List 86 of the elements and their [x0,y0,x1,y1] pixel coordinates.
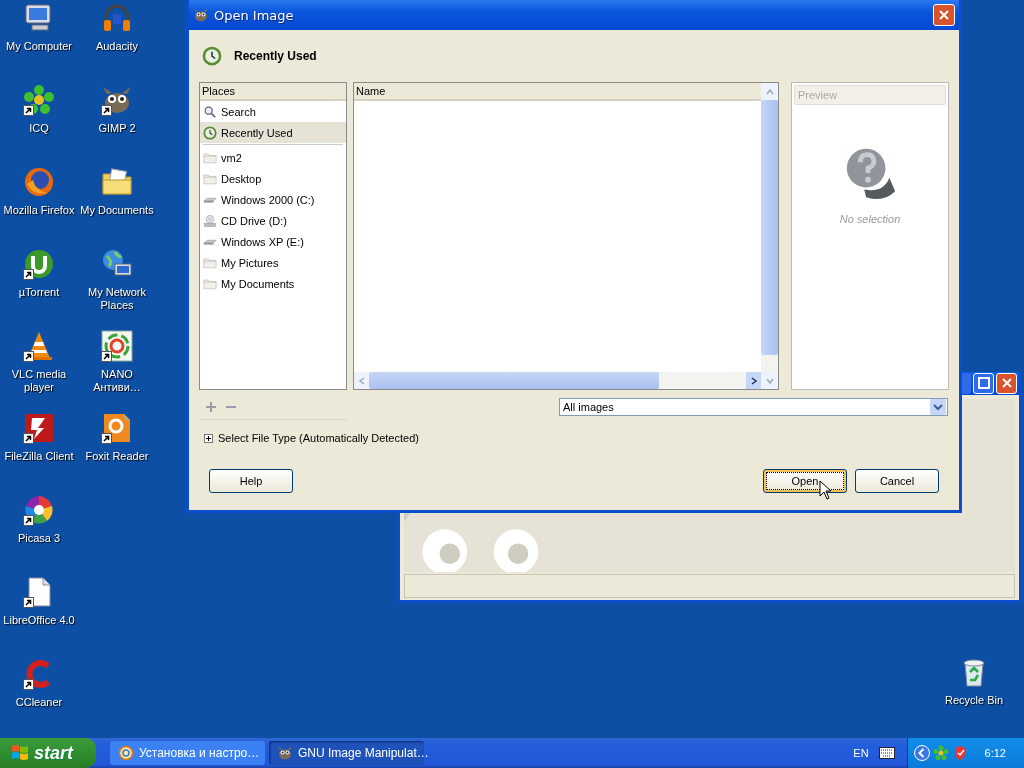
column-header[interactable]: Places [200,83,346,101]
shortcut-arrow-icon [101,351,112,362]
scroll-right-button[interactable] [746,372,761,389]
pdf-page-icon[interactable] [101,412,133,444]
scrollbar-thumb[interactable] [369,372,659,389]
desktop-icon-label[interactable]: FileZilla Client [1,450,77,463]
ring-globe-icon [118,745,134,761]
shortcut-arrow-icon [23,351,34,362]
dialog-button[interactable]: Open [763,469,847,493]
desktop-icon-label[interactable]: ICQ [1,122,77,135]
desktop-icon-label[interactable]: GIMP 2 [79,122,155,135]
clock-icon [203,125,217,140]
headphones-icon[interactable] [101,2,133,34]
magnifier-icon [203,104,217,119]
column-header[interactable]: Name [354,83,761,101]
shortcut-arrow-icon [23,515,34,526]
desktop-icon-label[interactable]: Mozilla Firefox [1,204,77,217]
horizontal-scrollbar[interactable] [354,372,761,389]
dialog-button[interactable]: Help [209,469,293,493]
window-title: Open Image [214,7,295,23]
mascot-icon [193,7,209,23]
language-indicator[interactable]: EN [853,747,869,759]
desktop-icon-label[interactable]: CCleaner [1,696,77,709]
taskbar-button[interactable]: Установка и настро… [110,741,265,765]
folder-icon [203,171,217,186]
desktop-icon-label[interactable]: Foxit Reader [79,450,155,463]
folder-icon [203,276,217,291]
desktop-icon-label[interactable]: µTorrent [1,286,77,299]
desktop-icon-label[interactable]: Recycle Bin [936,694,1012,707]
cd-drive-icon [203,213,217,228]
place-item[interactable]: My Pictures [200,252,346,273]
rings-tile-icon[interactable] [101,330,133,362]
desktop-icon-label[interactable]: Audacity [79,40,155,53]
desktop-icon-label[interactable]: My Network Places [79,286,155,312]
file-type-expander[interactable]: Select File Type (Automatically Detected) [199,424,949,452]
scrollbar-thumb[interactable] [761,100,778,355]
fox-globe-icon[interactable] [23,166,55,198]
chevron-left-icon[interactable] [913,745,930,761]
clock-icon [202,46,222,66]
shortcut-arrow-icon [101,105,112,116]
desktop-icon-label[interactable]: My Computer [1,40,77,53]
close-button[interactable] [933,4,955,26]
preview-header: Preview [794,85,946,105]
place-item[interactable]: Windows 2000 (C:) [200,189,346,210]
location-label: Recently Used [234,49,317,63]
pinwheel-icon[interactable] [23,494,55,526]
circle-hook-icon[interactable] [23,248,55,280]
place-item[interactable]: Search [200,101,346,122]
start-button[interactable]: start [0,738,96,768]
dialog-button[interactable]: Cancel [855,469,939,493]
vertical-scrollbar[interactable] [761,83,778,389]
desktop-icon-label[interactable]: NANO Антиви… [79,368,155,394]
maximize-button[interactable] [973,372,994,394]
desktop-icon-label[interactable]: My Documents [79,204,155,217]
place-item[interactable]: My Documents [200,273,346,294]
keyboard-icon[interactable] [878,747,895,759]
desktop-icon-label[interactable]: Picasa 3 [1,532,77,545]
square-icon [977,377,990,390]
shortcut-arrow-icon [23,433,34,444]
place-item[interactable]: CD Drive (D:) [200,210,346,231]
bolt-tile-icon[interactable] [23,412,55,444]
shortcut-arrow-icon [23,679,34,690]
mouse-pointer-icon [819,480,831,500]
folder-icon [203,255,217,270]
no-selection-message: No selection [839,213,901,225]
shortcut-arrow-icon [23,269,34,280]
flower-icon[interactable] [23,84,55,116]
flag-icon [10,743,30,763]
documents-folder-icon[interactable] [101,166,133,198]
shortcut-arrow-icon [23,105,34,116]
place-item[interactable]: Windows XP (E:) [200,231,346,252]
desktop-icon-label[interactable]: LibreOffice 4.0 [1,614,77,627]
folder-icon [203,150,217,165]
place-item[interactable]: vm2 [200,147,346,168]
close-button[interactable] [996,372,1017,394]
plus-icon [205,400,217,413]
place-item[interactable]: Recently Used [200,122,346,143]
close-icon [938,9,950,21]
place-item[interactable]: Desktop [200,168,346,189]
clock[interactable]: 6:12 [984,747,1006,759]
file-type-dropdown[interactable]: All images [559,398,948,416]
close-icon [1000,377,1013,390]
desktop-icon-label[interactable]: VLC media player [1,368,77,394]
shortcut-arrow-icon [101,433,112,444]
mascot-icon [277,745,293,761]
shortcut-arrow-icon [23,597,34,608]
